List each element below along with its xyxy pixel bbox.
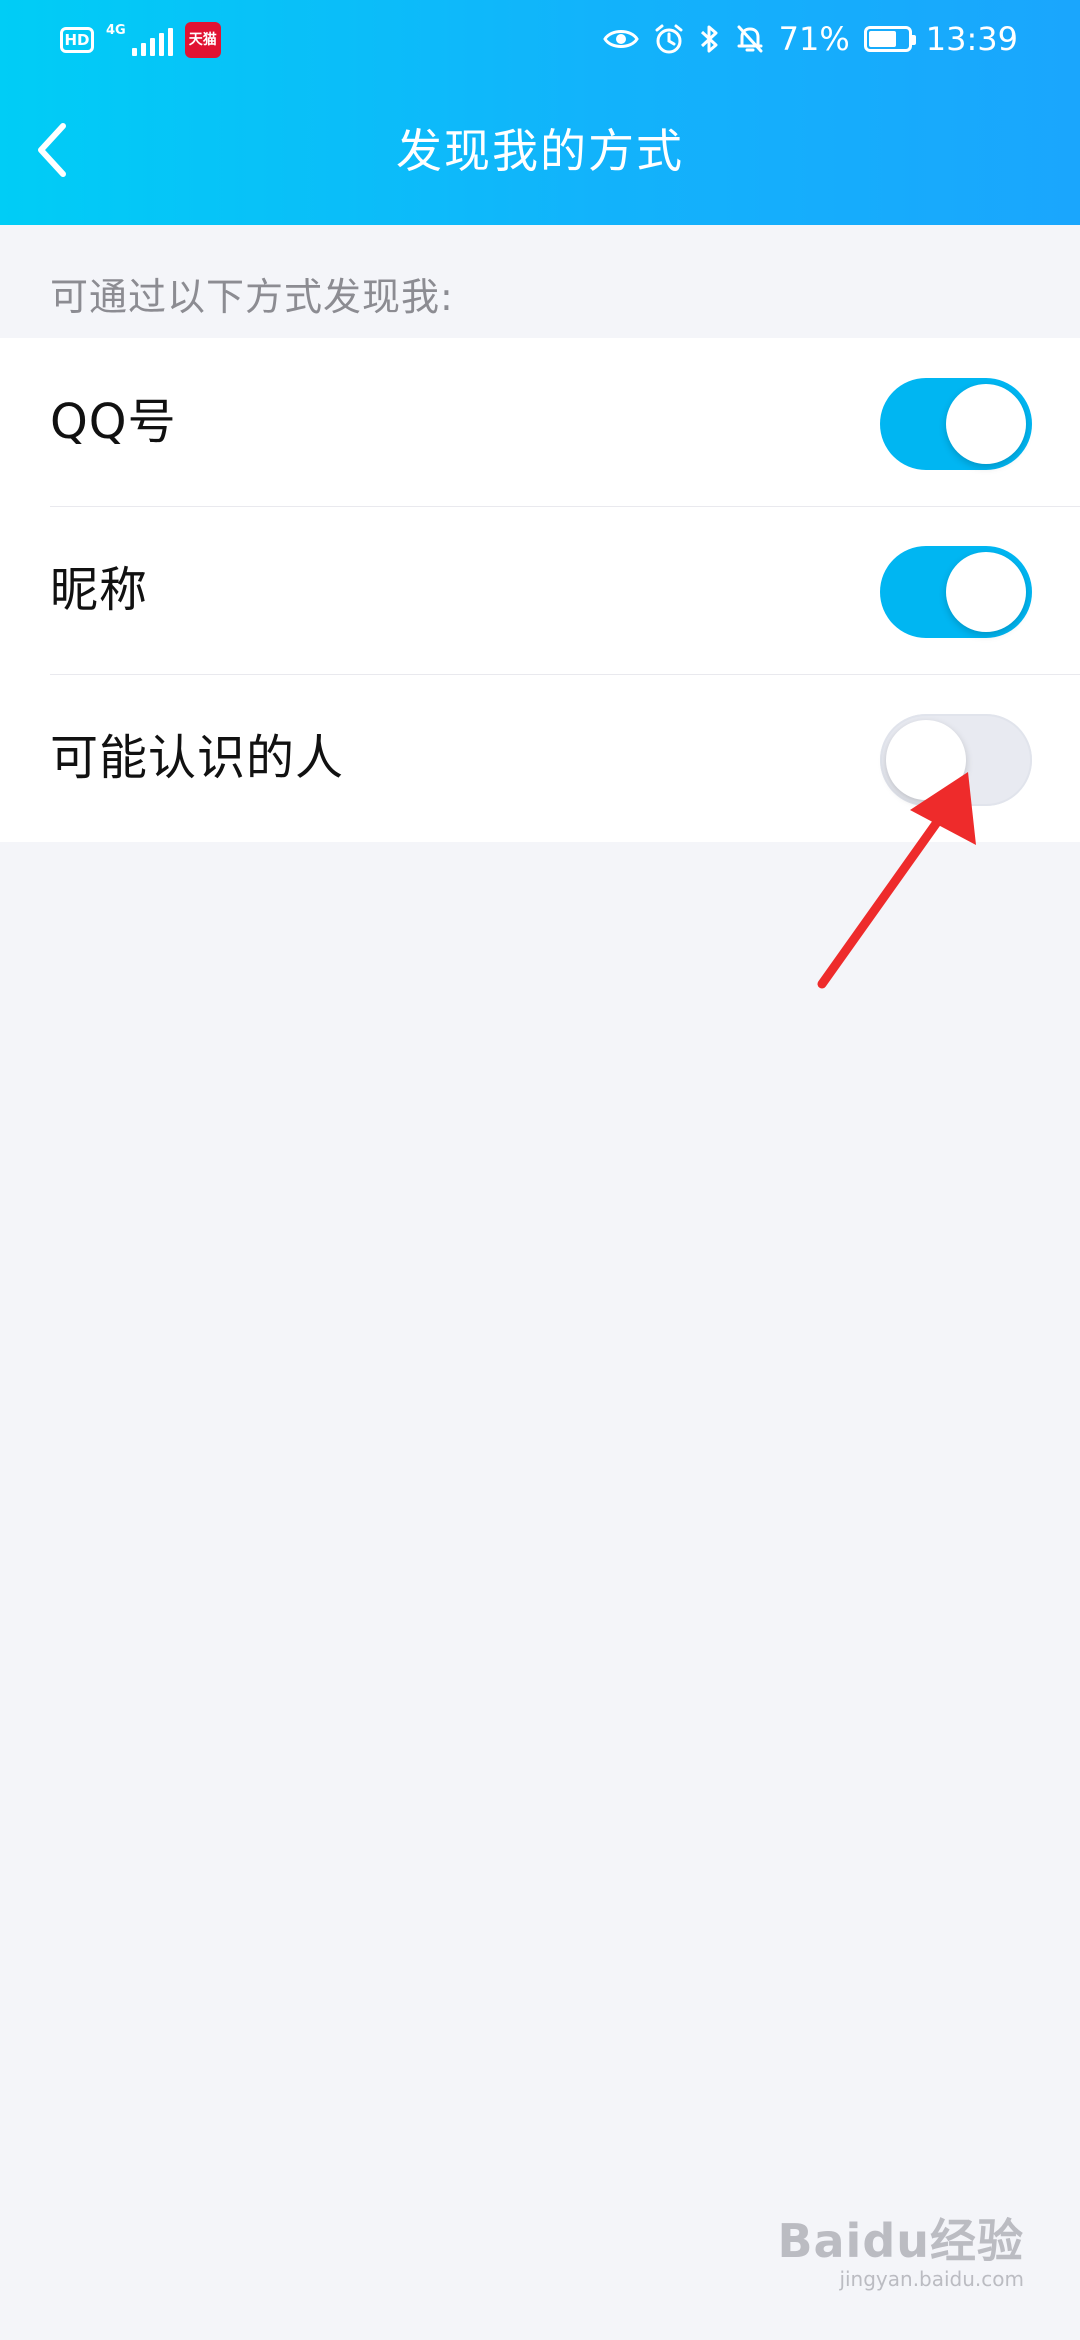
setting-row-nickname: 昵称 bbox=[0, 506, 1080, 674]
setting-label-nickname: 昵称 bbox=[50, 562, 149, 618]
battery-percent: 71% bbox=[778, 20, 850, 58]
eye-icon bbox=[602, 26, 639, 52]
watermark: Baidu经验 jingyan.baidu.com bbox=[777, 2216, 1024, 2292]
signal-bars bbox=[131, 28, 173, 56]
toggle-knob bbox=[946, 384, 1026, 464]
page-title: 发现我的方式 bbox=[396, 124, 684, 178]
watermark-logo: Baidu经验 bbox=[777, 2214, 1024, 2268]
setting-row-people-you-may-know: 可能认识的人 bbox=[0, 674, 1080, 842]
setting-row-qq-number: QQ号 bbox=[0, 338, 1080, 506]
network-type-label: 4G bbox=[106, 23, 126, 38]
setting-label-qq-number: QQ号 bbox=[50, 394, 177, 450]
bell-off-icon bbox=[735, 23, 765, 55]
status-bar-right: 71% 13:39 bbox=[602, 16, 1018, 62]
cellular-signal-icon: 4G bbox=[106, 24, 173, 56]
battery-level-fill bbox=[868, 31, 896, 47]
toggle-nickname[interactable] bbox=[880, 546, 1032, 638]
section-caption: 可通过以下方式发现我: bbox=[50, 275, 454, 319]
watermark-url: jingyan.baidu.com bbox=[839, 2267, 1024, 2291]
toggle-people-you-may-know[interactable] bbox=[880, 714, 1032, 806]
toggle-qq-number[interactable] bbox=[880, 378, 1032, 470]
clock-time: 13:39 bbox=[925, 20, 1018, 58]
toggle-knob bbox=[886, 720, 966, 800]
tmall-app-icon: 天猫 bbox=[184, 22, 221, 58]
settings-list: QQ号 昵称 可能认识的人 bbox=[0, 338, 1080, 842]
bluetooth-icon bbox=[699, 23, 721, 55]
setting-label-people-you-may-know: 可能认识的人 bbox=[50, 730, 345, 786]
hd-badge: HD bbox=[60, 27, 94, 53]
status-bar-left: HD 4G 天猫 bbox=[60, 20, 221, 60]
battery-icon bbox=[863, 26, 916, 52]
toggle-knob bbox=[946, 552, 1026, 632]
alarm-icon bbox=[653, 23, 685, 55]
app-header: HD 4G 天猫 71% 13:39 发现我的方式 bbox=[0, 0, 1080, 225]
